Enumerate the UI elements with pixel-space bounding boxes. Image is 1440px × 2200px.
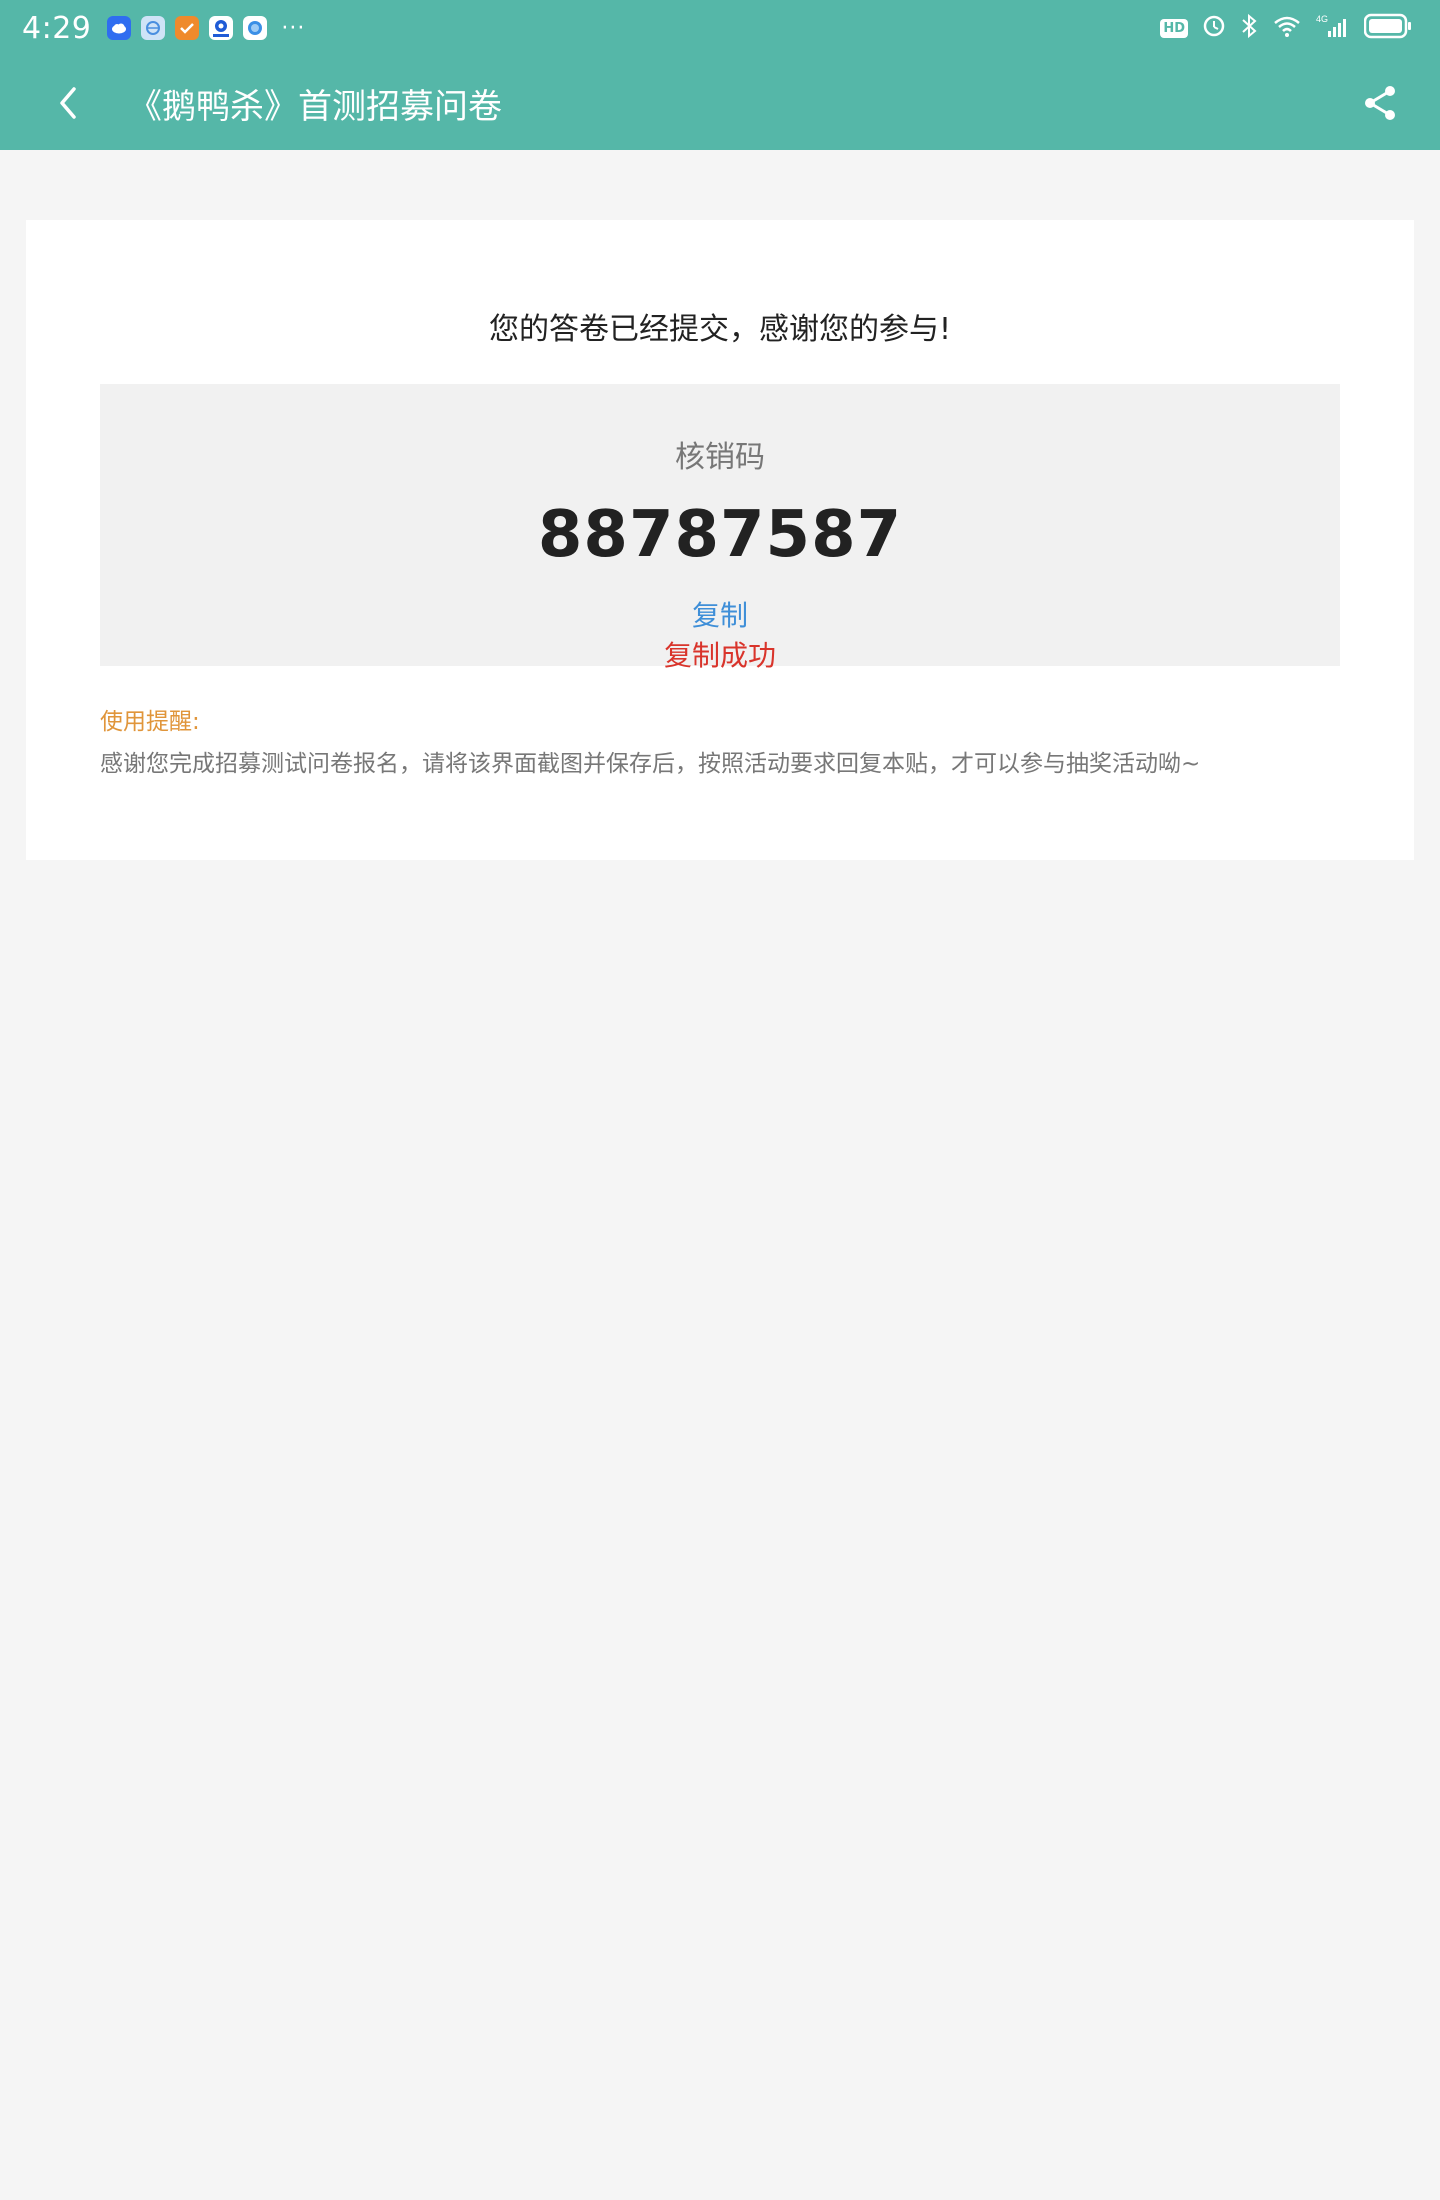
- wifi-icon: [1272, 14, 1302, 42]
- share-icon[interactable]: [1360, 83, 1400, 123]
- cloud-app-icon: [107, 16, 132, 40]
- back-icon[interactable]: [48, 83, 88, 123]
- globe-app-icon: [141, 16, 166, 40]
- usage-tips: 使用提醒: 感谢您完成招募测试问卷报名，请将该界面截图并保存后，按照活动要求回复…: [100, 702, 1340, 778]
- hd-badge: HD: [1160, 18, 1188, 38]
- status-left: 4:29 ···: [22, 11, 305, 46]
- result-card: 您的答卷已经提交，感谢您的参与! 核销码 88787587 复制 复制成功 使用…: [26, 220, 1414, 860]
- check-app-icon: [175, 16, 200, 40]
- signal-icon: 4G: [1316, 13, 1350, 43]
- code-value: 88787587: [537, 498, 903, 572]
- tips-label: 使用提醒:: [100, 709, 200, 735]
- thanks-message: 您的答卷已经提交，感谢您的参与!: [488, 312, 952, 347]
- app-bar: 《鹅鸭杀》首测招募问卷: [0, 56, 1440, 150]
- code-box: 核销码 88787587 复制 复制成功: [100, 384, 1340, 672]
- browser-app-icon: [243, 16, 268, 40]
- copy-success-message: 复制成功: [663, 639, 776, 672]
- tips-text: 感谢您完成招募测试问卷报名，请将该界面截图并保存后，按照活动要求回复本贴，才可以…: [100, 751, 1201, 777]
- code-label: 核销码: [675, 440, 765, 475]
- status-time: 4:29: [22, 10, 92, 46]
- signal-label: 4G: [1316, 14, 1328, 24]
- status-right: HD 4G: [1160, 13, 1412, 43]
- page-title: 《鹅鸭杀》首测招募问卷: [128, 86, 502, 127]
- status-bar: 4:29 ··· HD 4G: [0, 0, 1440, 56]
- copy-button[interactable]: 复制: [692, 594, 748, 634]
- app-bar-left: 《鹅鸭杀》首测招募问卷: [48, 79, 502, 128]
- bluetooth-icon: [1240, 13, 1258, 43]
- map-app-icon: [209, 16, 234, 40]
- battery-icon: [1363, 13, 1412, 43]
- more-notifications: ···: [281, 15, 306, 41]
- alarm-icon: [1202, 14, 1226, 42]
